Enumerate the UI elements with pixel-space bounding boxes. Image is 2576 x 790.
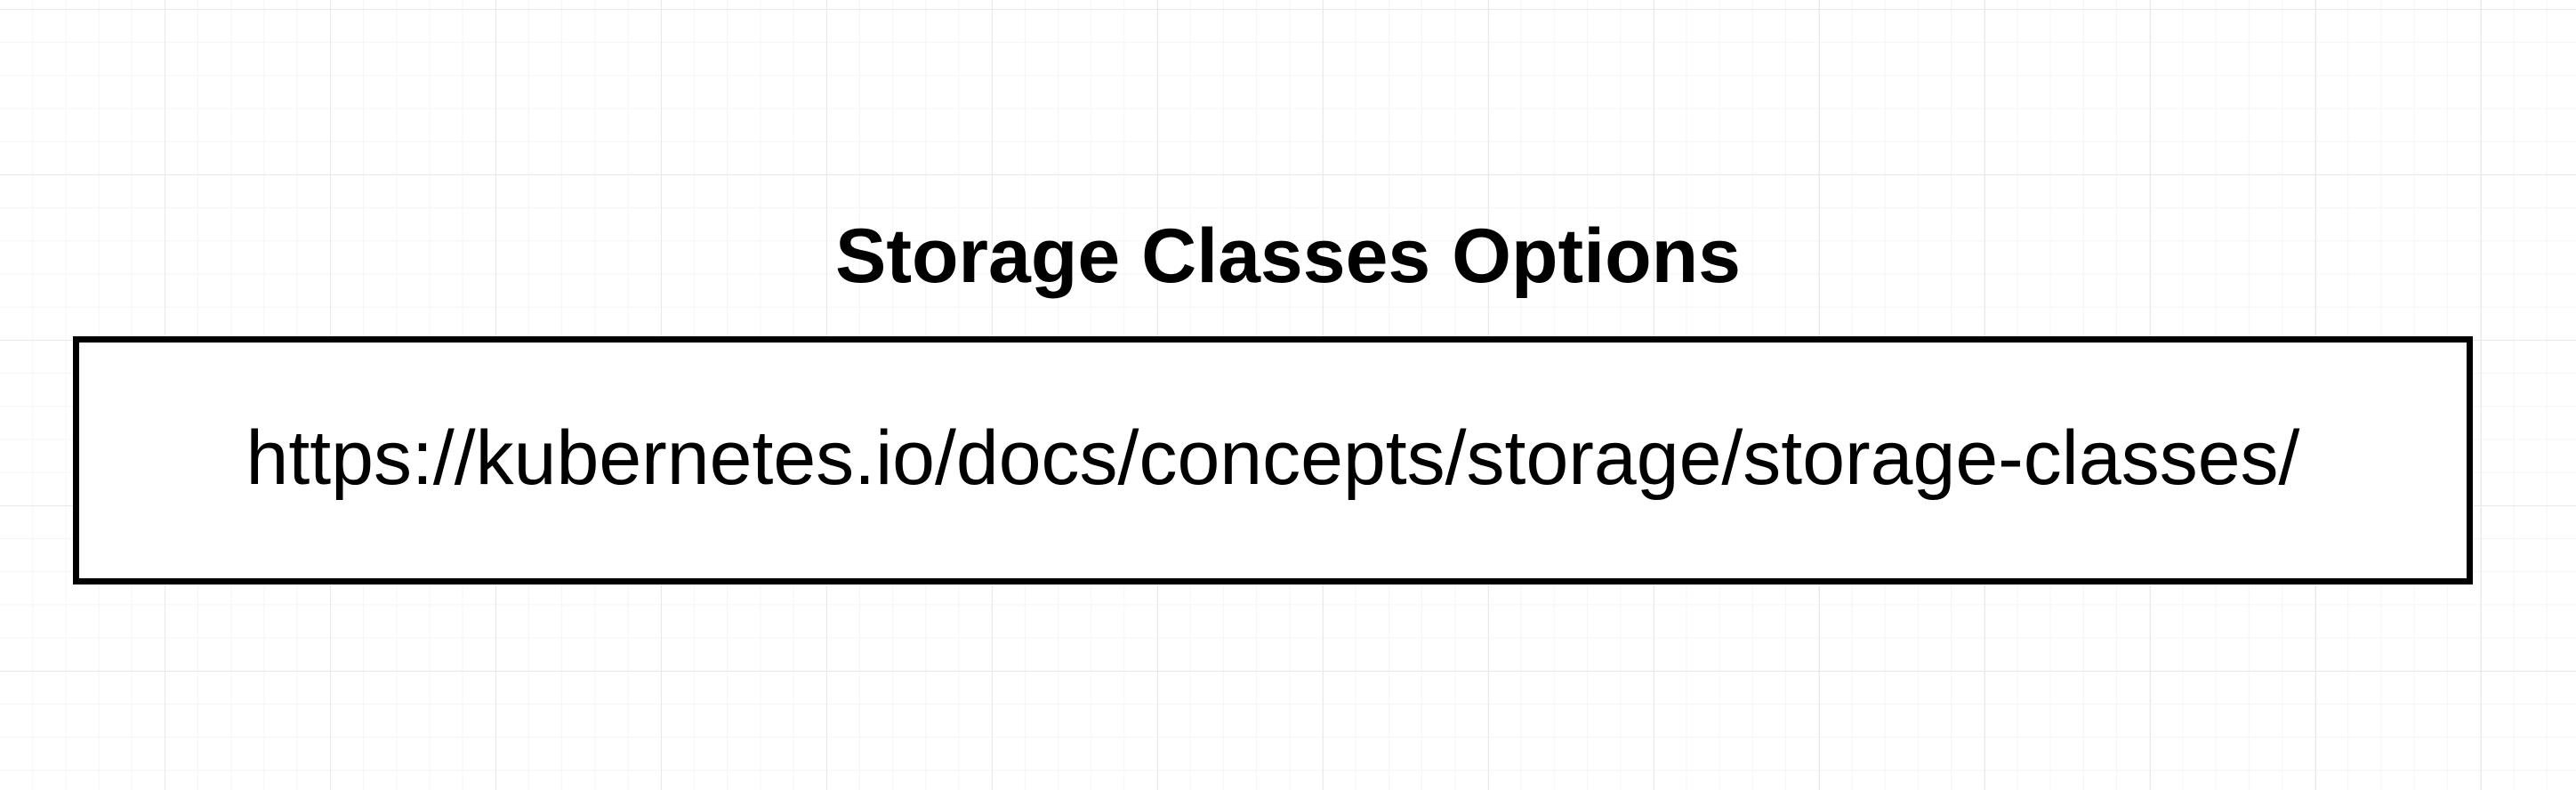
url-text: https://kubernetes.io/docs/concepts/stor…	[246, 415, 2300, 501]
diagram-canvas: Storage Classes Options https://kubernet…	[0, 0, 2576, 790]
diagram-title: Storage Classes Options	[835, 214, 1741, 299]
url-box: https://kubernetes.io/docs/concepts/stor…	[73, 336, 2473, 584]
